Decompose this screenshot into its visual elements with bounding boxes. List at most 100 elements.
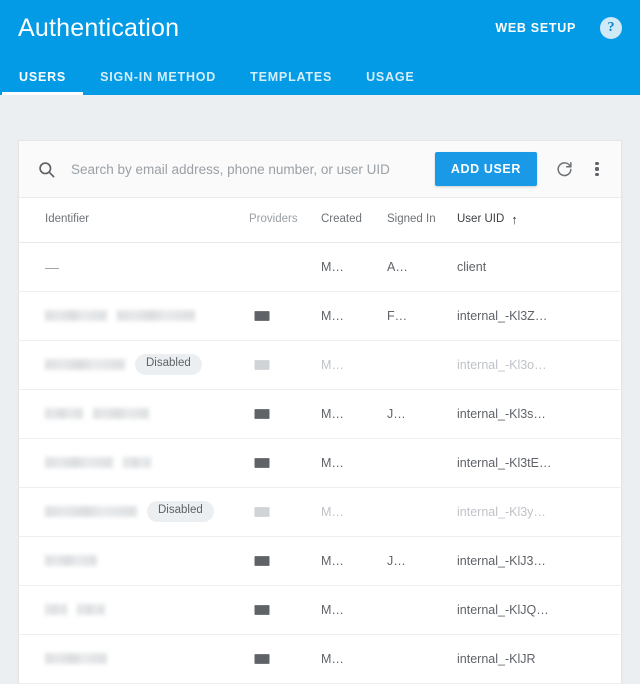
cell-identifier — [19, 585, 249, 635]
cell-created: M… — [321, 438, 387, 488]
tab-label: TEMPLATES — [250, 70, 333, 84]
email-icon — [249, 536, 321, 586]
cell-created: M… — [321, 487, 387, 537]
add-user-button[interactable]: ADD USER — [434, 152, 537, 186]
users-table: Identifier Providers Created Signed In U… — [19, 198, 623, 684]
cell-identifier — [19, 438, 249, 488]
tab-users[interactable]: USERS — [2, 70, 84, 95]
web-setup-button[interactable]: WEB SETUP — [485, 14, 586, 42]
cell-user-uid: internal_-Kl3y… — [457, 487, 623, 537]
sort-ascending-icon: ↑ — [511, 212, 518, 228]
identifier-wrapper: Disabled — [45, 501, 245, 522]
table-row[interactable]: M… internal_-KlJQ… — [19, 585, 623, 635]
identifier-empty-dash: — — [45, 258, 59, 275]
cell-user-uid: internal_-Kl3o… — [457, 340, 623, 390]
email-icon — [249, 634, 321, 684]
table-row[interactable]: — M… A… client — [19, 242, 623, 292]
users-table-head: Identifier Providers Created Signed In U… — [19, 198, 623, 243]
table-row[interactable]: M… internal_-Kl3tE… — [19, 438, 623, 488]
identifier-redaction-bar — [45, 359, 125, 370]
identifier-redaction-bar — [117, 310, 195, 321]
identifier-wrapper: Disabled — [45, 354, 245, 375]
cell-signed-in — [387, 340, 457, 390]
cell-created: M… — [321, 585, 387, 635]
cell-user-uid: internal_-KlJ3… — [457, 536, 623, 586]
status-badge: Disabled — [147, 501, 214, 522]
refresh-icon[interactable] — [549, 154, 579, 184]
cell-user-uid: client — [457, 242, 623, 292]
identifier-redaction-bar — [77, 604, 105, 615]
tab-label: USAGE — [366, 70, 415, 84]
identifier-wrapper: — — [45, 259, 245, 275]
cell-identifier — [19, 634, 249, 684]
users-card: ADD USER Identifier Providers Created Si… — [18, 140, 623, 684]
identifier-redaction-bar — [45, 457, 113, 468]
identifier-wrapper — [45, 555, 245, 566]
cell-signed-in: F… — [387, 291, 457, 341]
email-icon — [249, 340, 321, 390]
identifier-wrapper — [45, 457, 245, 468]
more-vert-icon[interactable] — [585, 154, 609, 184]
identifier-redaction-bar — [45, 408, 83, 419]
cell-signed-in: A… — [387, 242, 457, 292]
identifier-redaction-bar — [45, 310, 107, 321]
email-icon — [249, 487, 321, 537]
cell-identifier — [19, 389, 249, 439]
tab-label: SIGN-IN METHOD — [100, 70, 217, 84]
cell-signed-in — [387, 487, 457, 537]
identifier-redaction-bar — [123, 457, 151, 468]
tab-usage[interactable]: USAGE — [349, 70, 431, 95]
column-header-user-uid[interactable]: User UID ↑ — [457, 198, 623, 243]
table-header-row: Identifier Providers Created Signed In U… — [19, 198, 623, 243]
table-row[interactable]: M… F… internal_-Kl3Z… — [19, 291, 623, 341]
identifier-wrapper — [45, 408, 245, 419]
table-row[interactable]: Disabled M… internal_-Kl3y… — [19, 487, 623, 537]
identifier-wrapper — [45, 310, 245, 321]
search-input[interactable] — [71, 161, 427, 177]
table-row[interactable]: Disabled M… internal_-Kl3o… — [19, 340, 623, 390]
cell-user-uid: internal_-KlJR — [457, 634, 623, 684]
tab-label: USERS — [19, 70, 67, 84]
app-header-bar: Authentication WEB SETUP ? USERS SIGN-IN … — [0, 0, 640, 95]
email-icon — [249, 438, 321, 488]
page-title: Authentication — [18, 14, 180, 42]
column-header-providers[interactable]: Providers — [249, 198, 321, 243]
tab-templates[interactable]: TEMPLATES — [233, 70, 349, 95]
cell-identifier: Disabled — [19, 487, 249, 537]
cell-created: M… — [321, 536, 387, 586]
status-badge: Disabled — [135, 354, 202, 375]
email-icon — [249, 389, 321, 439]
column-header-user-uid-label: User UID — [457, 213, 505, 226]
cell-user-uid: internal_-Kl3Z… — [457, 291, 623, 341]
tab-sign-in-method[interactable]: SIGN-IN METHOD — [83, 70, 233, 95]
tab-bar: USERS SIGN-IN METHOD TEMPLATES USAGE — [0, 55, 640, 95]
cell-signed-in: J… — [387, 536, 457, 586]
identifier-wrapper — [45, 604, 245, 615]
column-header-signed-in[interactable]: Signed In — [387, 198, 457, 243]
search-icon[interactable] — [35, 158, 57, 180]
table-row[interactable]: M… internal_-KlJR — [19, 634, 623, 684]
cell-signed-in — [387, 438, 457, 488]
table-row[interactable]: M… J… internal_-KlJ3… — [19, 536, 623, 586]
column-header-created[interactable]: Created — [321, 198, 387, 243]
more-vert-dots — [595, 161, 599, 177]
cell-signed-in — [387, 585, 457, 635]
column-header-identifier[interactable]: Identifier — [19, 198, 249, 243]
cell-identifier: Disabled — [19, 340, 249, 390]
table-row[interactable]: M… J… internal_-Kl3s… — [19, 389, 623, 439]
identifier-redaction-bar — [93, 408, 149, 419]
users-toolbar: ADD USER — [19, 141, 621, 198]
cell-created: M… — [321, 634, 387, 684]
email-icon — [249, 291, 321, 341]
cell-created: M… — [321, 340, 387, 390]
users-table-body: — M… A… client M… F… internal_-Kl3Z… Disabled M…… — [19, 242, 623, 684]
identifier-wrapper — [45, 653, 245, 664]
cell-created: M… — [321, 291, 387, 341]
help-circle-icon[interactable]: ? — [600, 16, 622, 39]
cell-created: M… — [321, 389, 387, 439]
cell-user-uid: internal_-KlJQ… — [457, 585, 623, 635]
cell-user-uid: internal_-Kl3tE… — [457, 438, 623, 488]
identifier-redaction-bar — [45, 555, 97, 566]
cell-user-uid: internal_-Kl3s… — [457, 389, 623, 439]
cell-identifier — [19, 291, 249, 341]
